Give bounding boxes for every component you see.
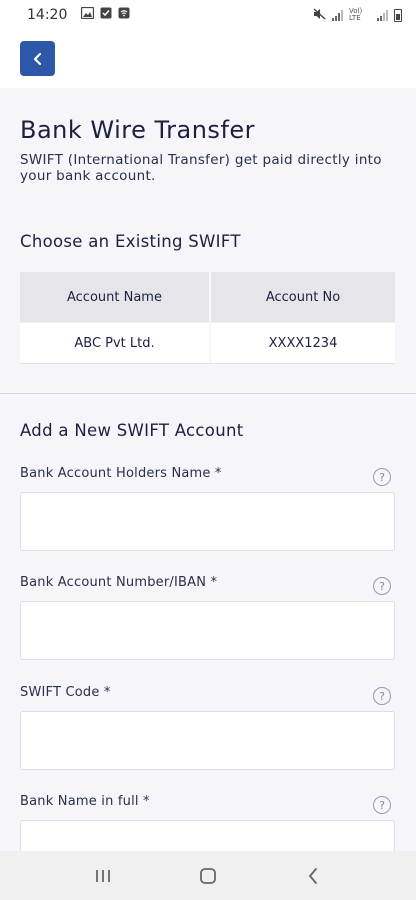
column-header-account-no: Account No <box>265 289 341 305</box>
wifi-notification-icon <box>118 7 130 23</box>
home-button[interactable] <box>188 856 228 896</box>
help-icon[interactable]: ? <box>373 687 391 705</box>
page-subtitle: SWIFT (International Transfer) get paid … <box>20 152 382 184</box>
gallery-icon <box>81 6 95 23</box>
status-bar: 14:20 Vol) LTE <box>0 0 416 30</box>
recents-icon <box>95 869 110 882</box>
account-number-label: Bank Account Number/IBAN * <box>20 575 218 590</box>
battery-icon <box>394 8 402 22</box>
existing-swift-title: Choose an Existing SWIFT <box>20 232 241 251</box>
bank-name-input[interactable] <box>20 820 395 851</box>
recents-button[interactable] <box>83 856 123 896</box>
help-icon[interactable]: ? <box>373 796 391 814</box>
holder-name-input[interactable] <box>20 492 395 551</box>
help-icon[interactable]: ? <box>373 468 391 486</box>
swift-code-label: SWIFT Code * <box>20 685 111 700</box>
check-notification-icon <box>100 7 112 23</box>
existing-swift-table: Account Name Account No ABC Pvt Ltd. XXX… <box>20 272 395 364</box>
account-number-input[interactable] <box>20 601 395 660</box>
back-icon <box>309 867 318 884</box>
help-icon[interactable]: ? <box>373 577 391 595</box>
table-row[interactable]: ABC Pvt Ltd. XXXX1234 <box>20 322 395 364</box>
top-bar <box>0 30 416 88</box>
system-back-button[interactable] <box>293 856 333 896</box>
mute-icon <box>313 7 326 23</box>
back-button[interactable] <box>20 41 55 76</box>
table-header-row: Account Name Account No <box>20 272 395 322</box>
account-no-cell: XXXX1234 <box>268 335 338 351</box>
section-divider <box>0 393 416 394</box>
page-title: Bank Wire Transfer <box>20 116 256 144</box>
account-name-cell: ABC Pvt Ltd. <box>20 323 211 363</box>
bank-name-label: Bank Name in full * <box>20 794 150 809</box>
signal-icon-1 <box>332 9 343 21</box>
signal-icon-2 <box>377 9 388 21</box>
holder-name-label: Bank Account Holders Name * <box>20 466 222 481</box>
home-icon <box>200 867 216 884</box>
chevron-left-icon <box>33 52 41 65</box>
network-label: Vol) LTE <box>349 7 363 22</box>
swift-code-input[interactable] <box>20 711 395 770</box>
new-swift-title: Add a New SWIFT Account <box>20 421 244 440</box>
status-time: 14:20 <box>27 7 68 23</box>
column-header-account-name: Account Name <box>20 272 211 322</box>
content-area[interactable]: Bank Wire Transfer SWIFT (International … <box>0 88 416 851</box>
system-nav-bar <box>0 851 416 900</box>
